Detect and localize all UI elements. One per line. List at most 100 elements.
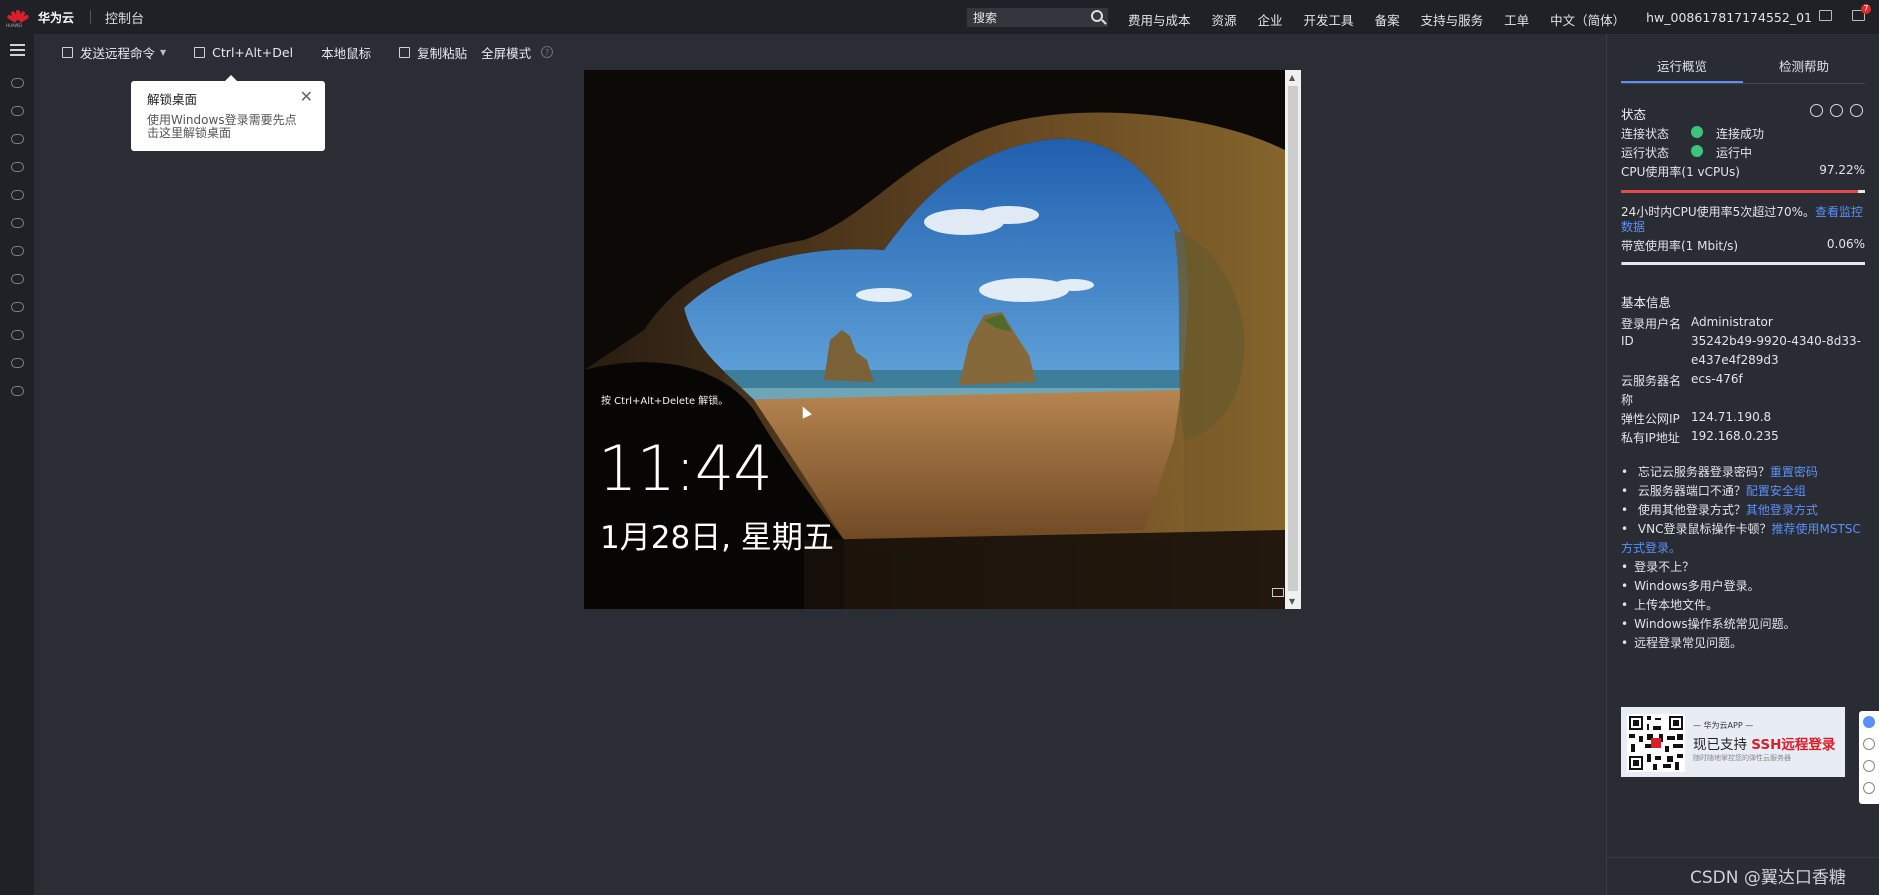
nav-language[interactable]: 中文（简体）: [1550, 10, 1625, 29]
send-command-button[interactable]: 发送远程命令 ▼: [62, 43, 166, 62]
service-icon-6[interactable]: [11, 218, 24, 228]
server-name-row-cont: 称: [1621, 391, 1865, 408]
help-text: VNC登录鼠标操作卡顿？: [1637, 522, 1772, 536]
eip-row: 弹性公网IP 124.71.190.8: [1621, 410, 1865, 427]
notification-icon[interactable]: 7: [1852, 4, 1871, 21]
nav-tickets[interactable]: 工单: [1504, 10, 1529, 29]
scroll-up-arrow-icon[interactable]: ▲: [1289, 73, 1295, 82]
network-icon: [1272, 588, 1284, 597]
local-mouse-button[interactable]: 本地鼠标: [321, 43, 371, 62]
login-user-row: 登录用户名 Administrator: [1621, 315, 1865, 332]
banner-headline: 现已支持 SSH远程登录: [1693, 733, 1835, 753]
server-name-value: ecs-476f: [1691, 372, 1743, 386]
fullscreen-button[interactable]: 全屏模式 ?: [481, 43, 554, 62]
customer-service-icon[interactable]: [1863, 716, 1875, 728]
qr-code-image: [1627, 714, 1685, 772]
eip-value: 124.71.190.8: [1691, 410, 1772, 424]
nav-resources[interactable]: 资源: [1212, 10, 1237, 29]
remote-toolbar: 发送远程命令 ▼ Ctrl+Alt+Del 本地鼠标 复制粘贴 全屏模式 ?: [34, 34, 1606, 70]
service-icon-9[interactable]: [11, 302, 24, 312]
cpu-progress-fill: [1621, 190, 1859, 193]
id-row: ID 35242b49-9920-4340-8d33-: [1621, 334, 1865, 348]
service-icon-10[interactable]: [11, 330, 24, 340]
scrollbar-thumb[interactable]: [1288, 86, 1298, 591]
server-name-row: 云服务器名 ecs-476f: [1621, 372, 1865, 389]
notification-badge: 7: [1861, 4, 1871, 14]
help-item-other-login: 使用其他登录方式？其他登录方式: [1621, 501, 1871, 520]
bandwidth-label: 带宽使用率(1 Mbit/s): [1621, 239, 1739, 253]
search-icon[interactable]: [1091, 10, 1103, 22]
nav-dev-tools[interactable]: 开发工具: [1304, 10, 1354, 29]
service-icon-7[interactable]: [11, 246, 24, 256]
unlock-hint-text: 按 Ctrl+Alt+Delete 解锁。: [601, 396, 729, 407]
service-icon-4[interactable]: [11, 162, 24, 172]
cpu-progress-bar: [1621, 190, 1865, 193]
refresh-icon[interactable]: [1850, 104, 1863, 117]
remote-login-faq-link[interactable]: 远程登录常见问题。: [1621, 634, 1871, 653]
running-value: 运行中: [1716, 146, 1753, 160]
windows-faq-link[interactable]: Windows操作系统常见问题。: [1621, 615, 1871, 634]
nav-icp[interactable]: 备案: [1375, 10, 1400, 29]
help-text: 云服务器端口不通？: [1637, 484, 1746, 498]
copy-paste-button[interactable]: 复制粘贴: [399, 43, 467, 62]
play-circle-icon: [1691, 145, 1703, 157]
cpu-usage-row: CPU使用率(1 vCPUs) 97.22%: [1621, 163, 1865, 180]
scroll-down-arrow-icon[interactable]: ▼: [1289, 597, 1295, 606]
smile-icon[interactable]: [1863, 782, 1875, 794]
bandwidth-value: 0.06%: [1826, 237, 1865, 251]
upload-file-link[interactable]: 上传本地文件。: [1621, 596, 1871, 615]
connection-label: 连接状态: [1621, 127, 1670, 141]
right-info-panel: 运行概览 检测帮助 状态 连接状态 连接成功 运行状态 运行中 CPU使用率(1…: [1606, 34, 1879, 895]
banner-subtitle: — 华为云APP —: [1693, 721, 1754, 730]
reset-password-link[interactable]: 重置密码: [1770, 465, 1818, 479]
eip-label: 弹性公网IP: [1621, 412, 1680, 426]
nav-account[interactable]: hw_008617817174552_01: [1646, 10, 1812, 29]
service-icon-2[interactable]: [11, 106, 24, 116]
restart-icon[interactable]: [1830, 104, 1843, 117]
other-login-link[interactable]: 其他登录方式: [1746, 503, 1818, 517]
nav-support[interactable]: 支持与服务: [1421, 10, 1484, 29]
feedback-icon[interactable]: [1863, 760, 1875, 772]
service-icon-1[interactable]: [11, 78, 24, 88]
top-nav-menu: 费用与成本 资源 企业 开发工具 备案 支持与服务 工单 中文（简体） hw_0…: [1128, 10, 1833, 29]
service-icon-12[interactable]: [11, 386, 24, 396]
search-input[interactable]: 搜索: [967, 8, 1108, 27]
menu-icon[interactable]: [10, 44, 25, 56]
popover-body: 使用Windows登录需要先点击这里解锁桌面: [147, 113, 297, 140]
tab-diagnostics[interactable]: 检测帮助: [1743, 54, 1865, 83]
nav-billing[interactable]: 费用与成本: [1128, 10, 1191, 29]
huawei-logo[interactable]: HUAWEI 华为云: [6, 9, 75, 28]
remote-scrollbar[interactable]: ▲ ▼: [1285, 70, 1301, 609]
multi-user-login-link[interactable]: Windows多用户登录。: [1621, 577, 1871, 596]
tab-overview[interactable]: 运行概览: [1621, 54, 1743, 83]
cpu-value: 97.22%: [1819, 163, 1865, 177]
huawei-flower-icon: HUAWEI: [6, 9, 30, 28]
help-icon[interactable]: ?: [541, 46, 554, 58]
help-item-security-group: 云服务器端口不通？配置安全组: [1621, 482, 1871, 501]
running-status-row: 运行状态 运行中: [1621, 144, 1865, 161]
private-ip-label: 私有IP地址: [1621, 431, 1680, 445]
service-icon-8[interactable]: [11, 274, 24, 284]
ctrl-alt-del-button[interactable]: Ctrl+Alt+Del: [194, 45, 293, 60]
cannot-login-link[interactable]: 登录不上？: [1621, 558, 1871, 577]
clipboard-icon: [399, 46, 411, 58]
security-group-link[interactable]: 配置安全组: [1746, 484, 1806, 498]
service-icon-11[interactable]: [11, 358, 24, 368]
top-icons: 7: [1799, 4, 1871, 21]
message-icon[interactable]: [1819, 10, 1832, 21]
cpu-warning: 24小时内CPU使用率5次超过70%。查看监控数据: [1621, 205, 1865, 235]
help-circle-icon[interactable]: [1863, 738, 1875, 750]
close-icon[interactable]: ✕: [300, 89, 313, 105]
local-mouse-label: 本地鼠标: [321, 45, 372, 61]
chevron-down-icon: ▼: [160, 47, 167, 57]
brand-name: 华为云: [38, 10, 75, 25]
unlock-desktop-popover: 解锁桌面 使用Windows登录需要先点击这里解锁桌面 ✕: [131, 75, 325, 151]
service-icon-5[interactable]: [11, 190, 24, 200]
check-circle-icon: [1691, 126, 1703, 138]
app-promo-banner[interactable]: — 华为云APP — 现已支持 SSH远程登录 随时随地掌控您的弹性云服务器: [1621, 707, 1845, 777]
banner-caption: 随时随地掌控您的弹性云服务器: [1693, 754, 1791, 762]
nav-enterprise[interactable]: 企业: [1258, 10, 1283, 29]
service-icon-3[interactable]: [11, 134, 24, 144]
power-icon[interactable]: [1810, 104, 1823, 117]
console-link[interactable]: 控制台: [105, 8, 144, 27]
